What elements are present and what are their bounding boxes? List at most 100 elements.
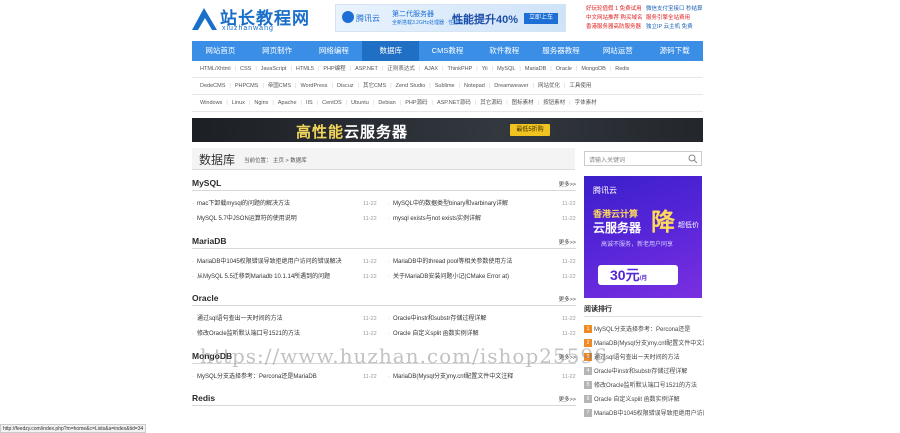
article-title[interactable]: 从MySQL 5.5迁移到Mariadb 10.1.14所遇到的问题	[197, 273, 330, 282]
subnav-link[interactable]: Windows	[200, 100, 222, 106]
article-title[interactable]: 关于MariaDB安装问题小记(CMake Error at)	[393, 273, 509, 282]
ranking-title-text[interactable]: Oracle 自定义split 函数实例详解	[594, 397, 680, 403]
subnav-link[interactable]: ASP.NET源码	[437, 100, 471, 106]
subnav-link[interactable]: JavaScript	[261, 66, 287, 72]
nav-item[interactable]: 网页制作	[249, 41, 306, 61]
subnav-link[interactable]: PHP源码	[405, 100, 427, 106]
article-date: 11-22	[562, 374, 576, 380]
subnav-separator: |	[399, 100, 402, 106]
article-title[interactable]: mysql exists与not exists实例详解	[393, 215, 481, 224]
subnav-link[interactable]: MySQL	[497, 66, 515, 72]
section-title[interactable]: MySQL	[192, 178, 221, 188]
subnav-link[interactable]: Oracle	[556, 66, 572, 72]
nav-item[interactable]: CMS教程	[419, 41, 476, 61]
article-title[interactable]: Oracle中instr和substr存储过程详解	[393, 315, 486, 324]
ranking-title-text[interactable]: 修改Oracle监听默认端口号1521的方法	[594, 383, 697, 389]
nav-item[interactable]: 源码下载	[646, 41, 703, 61]
subnav-link[interactable]: Redis	[615, 66, 629, 72]
server-promo-banner[interactable]: 高性能云服务器 最低5折购	[192, 118, 703, 142]
section-title[interactable]: MariaDB	[192, 236, 226, 246]
subnav-link[interactable]: PHPCMS	[235, 83, 259, 89]
nav-item[interactable]: 软件教程	[476, 41, 533, 61]
subnav-link[interactable]: Dreamweaver	[494, 83, 528, 89]
subnav-separator: |	[234, 66, 236, 72]
subnav-link[interactable]: HTML5	[296, 66, 314, 72]
subnav-link[interactable]: Notepad	[464, 83, 485, 89]
more-link[interactable]: 更多>>	[559, 295, 576, 303]
ranking-title-text[interactable]: MariaDB(Mysql分支)my.cnf配置文件中文注	[594, 341, 704, 347]
nav-item[interactable]: 服务器教程	[533, 41, 590, 61]
more-link[interactable]: 更多>>	[559, 180, 576, 188]
subnav-link[interactable]: Linux	[232, 100, 245, 106]
article-title[interactable]: mac下卸载mysql的问题的解决方法	[197, 200, 290, 209]
subnav-link[interactable]: MongoDB	[581, 66, 605, 72]
subnav-link[interactable]: 其它CMS	[363, 83, 386, 89]
banner-button[interactable]: 最低5折购	[510, 124, 550, 136]
ranking-title-text[interactable]: MySQL分支选择参考：Percona还是	[594, 327, 690, 333]
ranking-item[interactable]: 6 Oracle 自定义split 函数实例详解	[584, 394, 704, 403]
subnav-separator: |	[226, 100, 228, 106]
article-title[interactable]: 修改Oracle监听默认端口号1521的方法	[197, 330, 300, 339]
subnav-separator: |	[381, 66, 384, 72]
subnav-link[interactable]: 网站优化	[538, 83, 560, 89]
subnav-link[interactable]: CentOS	[322, 100, 342, 106]
subnav-link[interactable]: ThinkPHP	[448, 66, 473, 72]
subnav-link[interactable]: Sublime	[435, 83, 455, 89]
search-input[interactable]: 请输入关键词	[584, 151, 702, 166]
section-title[interactable]: Oracle	[192, 293, 218, 303]
subnav-link[interactable]: Discuz	[337, 83, 354, 89]
header-ad-banner[interactable]: 腾讯云 第二代服务器 全新搭载3.2GHz处理器 · 性能提升 性能提升40% …	[335, 4, 566, 32]
ranking-title-text[interactable]: MariaDB中1045权限错误导致拒绝用户访问	[594, 411, 704, 417]
subnav-link[interactable]: ASP.NET	[355, 66, 378, 72]
search-icon[interactable]	[688, 154, 698, 164]
subnav-link[interactable]: 工具使用	[569, 83, 591, 89]
promo-link[interactable]: 香港服务器高防服务器	[586, 22, 641, 32]
subnav-link[interactable]: CSS	[240, 66, 251, 72]
article-title[interactable]: 通过sql语句查出一天时间的方法	[197, 315, 283, 324]
subnav-link[interactable]: 正则表达式	[387, 66, 415, 72]
subnav-link[interactable]: AJAX	[424, 66, 438, 72]
subnav-link[interactable]: PHP编程	[323, 66, 345, 72]
subnav-link[interactable]: WordPress	[300, 83, 327, 89]
more-link[interactable]: 更多>>	[559, 395, 576, 403]
subnav-link[interactable]: Zend Studio	[396, 83, 426, 89]
subnav-link[interactable]: DedeCMS	[200, 83, 225, 89]
subnav-link[interactable]: Yii	[482, 66, 488, 72]
subnav-link[interactable]: HTML/Xhtml	[200, 66, 231, 72]
subnav-link[interactable]: Nginx	[254, 100, 268, 106]
subnav-link[interactable]: 按钮素材	[543, 100, 565, 106]
nav-item[interactable]: 数据库	[362, 41, 420, 61]
ranking-item[interactable]: 7 MariaDB中1045权限错误导致拒绝用户访问	[584, 408, 704, 417]
subnav-link[interactable]: MariaDB	[525, 66, 546, 72]
nav-item[interactable]: 网络编程	[306, 41, 363, 61]
article-title[interactable]: MySQL分支选择参考：Percona还是MariaDB	[197, 373, 317, 382]
breadcrumb[interactable]: 当前位置： 主页 > 数据库	[244, 156, 307, 164]
subnav-link[interactable]: Ubuntu	[351, 100, 369, 106]
site-logo[interactable]: 站长教程网 xiuzhanwang	[192, 4, 310, 34]
article-date: 11-22	[363, 374, 377, 380]
nav-item[interactable]: 网站运营	[589, 41, 646, 61]
ranking-item[interactable]: 1 MySQL分支选择参考：Percona还是	[584, 324, 704, 333]
promo-link[interactable]: 独立IP 云主机 免费	[646, 22, 693, 32]
cloud-server-ad[interactable]: 腾讯云 香港云计算 云服务器 降 超低价 高诚不服务，新老用户同享 30元/月	[584, 176, 702, 298]
ad-line-4: 高诚不服务，新老用户同享	[601, 242, 674, 248]
subnav-link[interactable]: 其它源码	[480, 100, 502, 106]
subnav-link[interactable]: 字体素材	[575, 100, 597, 106]
article-title[interactable]: MySQL 5.7中JSON运算符的使用说明	[197, 215, 297, 224]
article-title[interactable]: MariaDB中1045权限错误导致拒绝用户访问的错误解决	[197, 258, 342, 267]
ad-buy-button[interactable]: 立即上车	[524, 13, 558, 24]
ranking-item[interactable]: 5 修改Oracle监听默认端口号1521的方法	[584, 380, 704, 389]
subnav-link[interactable]: IIS	[306, 100, 313, 106]
nav-item[interactable]: 网站首页	[192, 41, 249, 61]
section-title[interactable]: Redis	[192, 393, 215, 403]
ranking-title-text[interactable]: Oracle中instr和substr存储过程详解	[594, 369, 687, 375]
article-title[interactable]: MariaDB(Mysql分支)my.cnf配置文件中文注释	[393, 373, 513, 382]
subnav-link[interactable]: 帝国CMS	[268, 83, 291, 89]
subnav-link[interactable]: 图标素材	[512, 100, 534, 106]
more-link[interactable]: 更多>>	[559, 238, 576, 246]
article-title[interactable]: Oracle 自定义split 函数实例详解	[393, 330, 479, 339]
subnav-link[interactable]: Debian	[378, 100, 395, 106]
article-title[interactable]: MariaDB中的thread pool等相关参数使用方法	[393, 258, 512, 267]
article-title[interactable]: MySQL中的数据类型binary和varbinary详解	[393, 200, 508, 209]
subnav-link[interactable]: Apache	[278, 100, 297, 106]
